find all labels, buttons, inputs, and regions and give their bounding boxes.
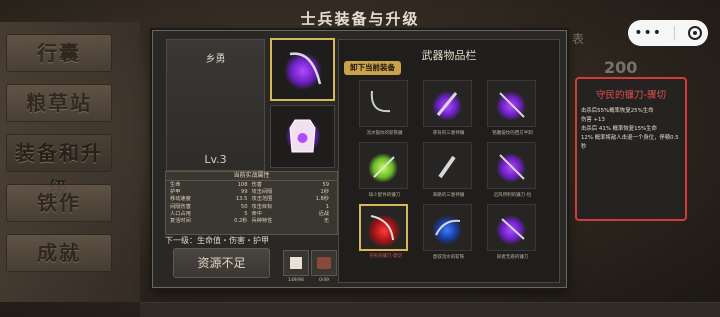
item-label: 铭雕锻纹的西方半刺	[492, 131, 533, 136]
sickle-icon	[435, 219, 461, 236]
resource-scroll: 149/98	[283, 250, 309, 283]
top-bar: 士兵装备与升级 •••	[0, 0, 720, 46]
resource-count: 149/98	[288, 278, 304, 283]
resource-count: 0/49	[318, 278, 330, 283]
stat-row: 生命 108	[170, 182, 252, 189]
stat-value: 1	[325, 203, 329, 210]
item-label: 启风所制的镰刀-恒	[493, 193, 532, 198]
inventory-item[interactable]: 铭雕锻纹的西方半刺	[487, 80, 536, 136]
stat-value: 50	[240, 203, 248, 210]
stat-value: 13.5	[235, 196, 248, 203]
mini-program-capsule: •••	[628, 20, 708, 46]
more-icon[interactable]: •••	[634, 25, 662, 41]
spear-icon	[501, 218, 525, 240]
item-label: 守民的镰刀-骤切	[368, 254, 403, 259]
detail-line: 伤害 +13	[581, 117, 605, 123]
stat-value: 无	[323, 217, 329, 224]
sickle-icon	[370, 215, 394, 241]
stat-value: 近战	[318, 210, 329, 217]
armor-slot[interactable]	[270, 105, 335, 168]
detail-title: 守民的镰刀-骤切	[596, 90, 666, 101]
stats-grid: 生命 108 伤害 59 护甲 99 攻击间隔 1秒 移动速度 13.5 攻击范围 1.8秒 间隔伤害 5…	[166, 181, 337, 226]
item-label: 厚背的三厘神镰	[432, 131, 465, 136]
spear-icon	[499, 154, 525, 180]
menu-supply[interactable]: 粮草站	[6, 84, 112, 122]
resource-ore: 0/49	[311, 250, 337, 283]
page-title: 士兵装备与升级	[300, 10, 420, 28]
inventory-item[interactable]: 缺少配件的镰刀	[359, 142, 408, 198]
stats-panel: 当前实战属性 生命 108 伤害 59 护甲 99 攻击间隔 1秒 移动速度 13.5 攻击范围 1.…	[165, 171, 338, 235]
menu-bag[interactable]: 行囊	[6, 34, 112, 72]
stat-row: 兵种特性 无	[252, 218, 334, 225]
stat-row: 人口占用 5	[170, 211, 252, 218]
inventory-item[interactable]: 意驭流水的斩铁	[423, 204, 472, 260]
next-level-info: 下一级：生命值・伤害・护甲	[165, 236, 269, 245]
stats-title: 当前实战属性	[166, 172, 337, 181]
menu-equipment[interactable]: 装备和升级	[6, 134, 112, 201]
stat-row: 攻击目标 1	[252, 204, 334, 211]
equipment-modal: 乡勇 Lv.3 当前实战属性 生命 108 伤害 59 护甲 99 攻击间隔 1秒 移动速度 13…	[152, 30, 567, 288]
stat-label: 命中	[251, 210, 262, 217]
item-detail-panel: 守民的镰刀-骤切 击杀后55%概率恢复25%生命 伤害 +13 击杀后 41% …	[575, 77, 687, 221]
stat-label: 间隔伤害	[170, 203, 191, 210]
stat-label: 移动速度	[170, 196, 191, 203]
detail-line: 12% 概率将敌人击退一个身位，停顿0.5秒	[581, 135, 679, 150]
scroll-icon	[290, 257, 302, 269]
stat-value: 108	[237, 182, 248, 188]
menu-forge[interactable]: 铁作	[6, 184, 112, 222]
character-level: Lv.3	[204, 153, 227, 166]
stat-row: 攻击范围 1.8秒	[252, 196, 334, 203]
background-number: 200	[604, 58, 638, 77]
close-icon[interactable]	[687, 26, 702, 40]
inventory-item[interactable]: 流水锻纹的斩铁镰	[359, 80, 408, 136]
item-label: 知者无惑的镰刀	[496, 255, 529, 260]
weapon-slot[interactable]	[270, 38, 335, 101]
inventory-panel: 武器物品栏 卸下当前装备 流水锻纹的斩铁镰 厚背的三厘神镰 铭雕锻纹的西方半刺 …	[338, 39, 560, 283]
unequip-button[interactable]: 卸下当前装备	[344, 61, 401, 75]
inventory-item[interactable]: 厚背的三厘神镰	[423, 80, 472, 136]
inventory-item[interactable]: 启风所制的镰刀-恒	[487, 142, 536, 198]
inventory-item-selected[interactable]: 守民的镰刀-骤切	[359, 204, 408, 259]
background-char: 表	[572, 32, 585, 46]
blade-icon	[438, 155, 456, 179]
upgrade-button[interactable]: 资源不足	[173, 248, 270, 278]
sickle-icon	[373, 156, 395, 178]
item-label: 意驭流水的斩铁	[432, 255, 465, 260]
ore-icon	[317, 257, 331, 269]
detail-line: 击杀后55%概率恢复25%生命	[581, 108, 654, 114]
item-label: 流水锻纹的斩铁镰	[366, 131, 403, 136]
sickle-icon	[289, 52, 322, 85]
stat-label: 人口占用	[170, 210, 191, 217]
detail-text: 击杀后55%概率恢复25%生命 伤害 +13 击杀后 41% 概率恢复15%生命…	[577, 107, 685, 152]
armor-icon	[289, 119, 316, 153]
sickle-icon	[370, 90, 391, 113]
stat-label: 攻击目标	[251, 203, 273, 210]
stat-row: 命中 近战	[252, 211, 334, 218]
stat-label: 兵种特性	[251, 217, 273, 224]
inventory-item[interactable]: 知者无惑的镰刀	[487, 204, 536, 260]
stat-value: 0.2秒	[234, 217, 248, 224]
spear-icon	[499, 92, 525, 118]
character-name: 乡勇	[205, 54, 226, 65]
detail-line: 击杀后 41% 概率恢复15%生命	[581, 126, 657, 132]
stat-label: 复活时间	[170, 217, 191, 224]
stat-label: 攻击范围	[251, 196, 273, 203]
blade-icon	[436, 92, 458, 116]
inventory-item[interactable]: 来路的三厘神镰	[423, 142, 472, 198]
item-label: 来路的三厘神镰	[432, 193, 465, 198]
bottom-bar	[140, 302, 720, 317]
left-menu: 行囊 粮草站 装备和升级 铁作 成就	[0, 0, 120, 317]
menu-achievement[interactable]: 成就	[6, 234, 112, 272]
stat-value: 99	[240, 189, 248, 196]
item-label: 缺少配件的镰刀	[368, 193, 401, 198]
stat-value: 1.8秒	[315, 196, 329, 203]
capsule-divider	[674, 26, 676, 40]
stat-row: 移动速度 13.5	[170, 196, 252, 203]
stat-value: 5	[244, 210, 248, 217]
character-box: 乡勇 Lv.3	[166, 39, 265, 171]
stat-row: 复活时间 0.2秒	[170, 218, 252, 225]
stat-row: 间隔伤害 50	[170, 204, 252, 211]
